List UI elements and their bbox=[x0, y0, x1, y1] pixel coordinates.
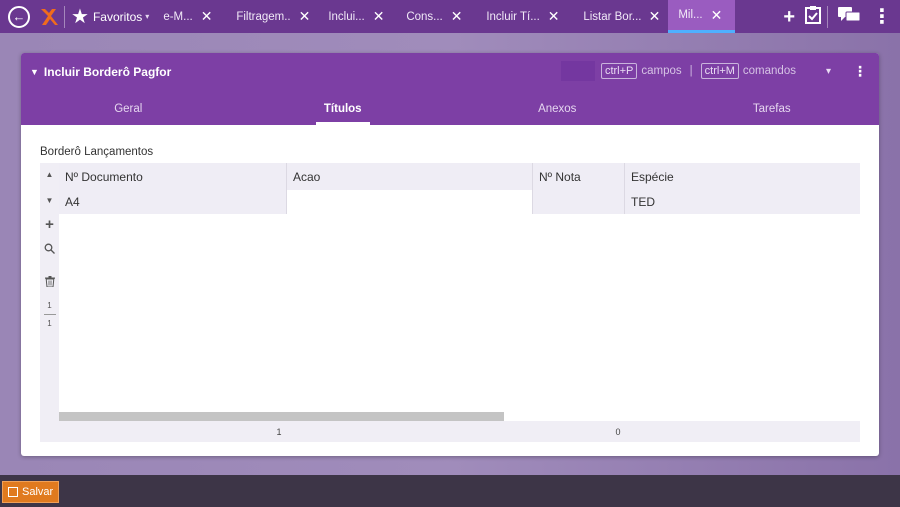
tab-label: Tarefas bbox=[752, 103, 791, 115]
section-label: Borderô Lançamentos bbox=[40, 146, 154, 158]
collapse-triangle-icon: ▼ bbox=[30, 67, 39, 77]
star-icon: ★ bbox=[71, 5, 89, 28]
row-count-bottom: 1 bbox=[47, 319, 52, 328]
window-tab-label: Filtragem... bbox=[236, 10, 291, 23]
close-icon[interactable]: ✕ bbox=[548, 8, 560, 25]
window-tab-label: Inclui... bbox=[328, 10, 365, 23]
panel-shortcuts: ctrl+P campos | ctrl+M comandos ▾ ⋮ bbox=[560, 61, 867, 81]
form-tabs: Geral Títulos Anexos Tarefas bbox=[21, 93, 879, 125]
footer-total-nota: 0 bbox=[615, 426, 621, 437]
chevron-down-icon[interactable]: ▾ bbox=[826, 66, 831, 77]
window-tab-label: Cons... bbox=[406, 10, 443, 23]
window-tab-4[interactable]: Cons... ✕ bbox=[396, 0, 476, 33]
window-tab-label: Listar Bor... bbox=[583, 10, 641, 23]
shortcut-commands-key: ctrl+M bbox=[700, 63, 739, 79]
save-button[interactable]: Salvar bbox=[2, 481, 60, 503]
window-tabs: e-M... ✕ Filtragem... ✕ Inclui... ✕ Cons… bbox=[153, 0, 736, 33]
chat-bubbles-icon[interactable] bbox=[838, 6, 861, 27]
grid-body: Nº Documento Acao Nº Nota Espécie A4 TED bbox=[59, 163, 860, 421]
trash-icon[interactable] bbox=[40, 276, 59, 290]
divider bbox=[44, 314, 56, 315]
column-header-nota[interactable]: Nº Nota bbox=[533, 163, 625, 190]
shortcut-fields-key: ctrl+P bbox=[600, 63, 638, 79]
window-tab-label: e-M... bbox=[163, 10, 193, 23]
table-row[interactable]: A4 TED bbox=[59, 190, 860, 214]
window-tab-label: Mil... bbox=[678, 9, 703, 21]
shortcut-commands-label[interactable]: comandos bbox=[743, 65, 796, 77]
tab-anexos[interactable]: Anexos bbox=[450, 93, 665, 125]
divider bbox=[64, 5, 65, 28]
favorites-menu[interactable]: ★ Favoritos ▾ bbox=[71, 7, 149, 27]
window-tab-5[interactable]: Incluir Tí... ✕ bbox=[476, 0, 573, 33]
panel-header: ▼ Incluir Borderô Pagfor ctrl+P campos |… bbox=[21, 53, 879, 125]
panel-title[interactable]: ▼ Incluir Borderô Pagfor bbox=[30, 65, 171, 79]
tab-label: Anexos bbox=[538, 103, 577, 115]
tab-label: Títulos bbox=[323, 103, 362, 115]
divider bbox=[827, 5, 828, 28]
more-vertical-icon[interactable]: ⋮ bbox=[872, 7, 892, 27]
close-icon[interactable]: ✕ bbox=[373, 8, 385, 25]
cell-especie[interactable]: TED bbox=[625, 190, 860, 214]
window-tab-label: Incluir Tí... bbox=[486, 10, 540, 23]
window-tab-6[interactable]: Listar Bor... ✕ bbox=[573, 0, 668, 33]
column-header-documento[interactable]: Nº Documento bbox=[59, 163, 287, 190]
plus-icon[interactable]: + bbox=[783, 7, 795, 27]
window-tab-7[interactable]: Mil... ✕ bbox=[668, 0, 736, 33]
tab-tarefas[interactable]: Tarefas bbox=[665, 93, 880, 125]
bottom-bar: Salvar bbox=[0, 475, 900, 507]
lancamentos-grid: ▲ ▼ + 1 1 Nº Documento Acao Nº Nota Espé… bbox=[40, 163, 860, 442]
sort-up-icon[interactable]: ▲ bbox=[40, 170, 59, 179]
horizontal-scrollbar[interactable] bbox=[59, 412, 504, 421]
back-arrow-icon[interactable]: ← bbox=[8, 5, 30, 28]
close-icon[interactable]: ✕ bbox=[649, 8, 661, 25]
close-icon[interactable]: ✕ bbox=[451, 8, 463, 25]
cell-acao[interactable] bbox=[287, 190, 533, 214]
search-icon[interactable] bbox=[40, 243, 59, 257]
grid-header: Nº Documento Acao Nº Nota Espécie bbox=[59, 163, 860, 190]
tab-titulos[interactable]: Títulos bbox=[236, 93, 451, 125]
top-bar: ← ★ Favoritos ▾ e-M... ✕ Filtragem... ✕ … bbox=[0, 0, 900, 33]
row-expand-icon[interactable]: ▼ bbox=[40, 196, 59, 205]
footer-spacer bbox=[40, 421, 59, 442]
close-icon[interactable]: ✕ bbox=[201, 8, 213, 25]
tab-geral[interactable]: Geral bbox=[21, 93, 236, 125]
form-panel: ▼ Incluir Borderô Pagfor ctrl+P campos |… bbox=[21, 53, 879, 456]
window-tab-3[interactable]: Inclui... ✕ bbox=[318, 0, 396, 33]
tab-label: Geral bbox=[114, 103, 143, 115]
column-header-especie[interactable]: Espécie bbox=[625, 163, 860, 190]
window-tab-1[interactable]: e-M... ✕ bbox=[153, 0, 226, 33]
close-icon[interactable]: ✕ bbox=[711, 7, 723, 24]
topbar-actions: + ⋮ bbox=[773, 5, 892, 28]
save-disk-icon bbox=[8, 487, 18, 497]
column-header-acao[interactable]: Acao bbox=[287, 163, 533, 190]
window-tab-2[interactable]: Filtragem... ✕ bbox=[226, 0, 318, 33]
favorites-label: Favoritos bbox=[92, 9, 143, 24]
divider: | bbox=[689, 65, 693, 77]
shortcut-filler bbox=[560, 61, 595, 81]
cell-nota[interactable] bbox=[533, 190, 625, 214]
panel-title-text: Incluir Borderô Pagfor bbox=[43, 65, 172, 79]
grid-toolbar: ▲ ▼ + 1 1 bbox=[40, 163, 59, 421]
footer-total-documento: 1 bbox=[276, 426, 282, 437]
logo-icon bbox=[41, 8, 58, 25]
row-count-top: 1 bbox=[47, 301, 52, 310]
chevron-down-icon: ▾ bbox=[145, 12, 150, 21]
shortcut-fields-label[interactable]: campos bbox=[641, 65, 681, 77]
close-icon[interactable]: ✕ bbox=[299, 8, 311, 25]
more-vertical-icon[interactable]: ⋮ bbox=[853, 63, 867, 80]
clipboard-check-icon[interactable] bbox=[805, 5, 821, 28]
cell-documento[interactable]: A4 bbox=[59, 190, 287, 214]
grid-footer: 1 0 bbox=[40, 421, 860, 442]
add-row-icon[interactable]: + bbox=[40, 216, 59, 233]
save-button-label: Salvar bbox=[22, 486, 54, 498]
